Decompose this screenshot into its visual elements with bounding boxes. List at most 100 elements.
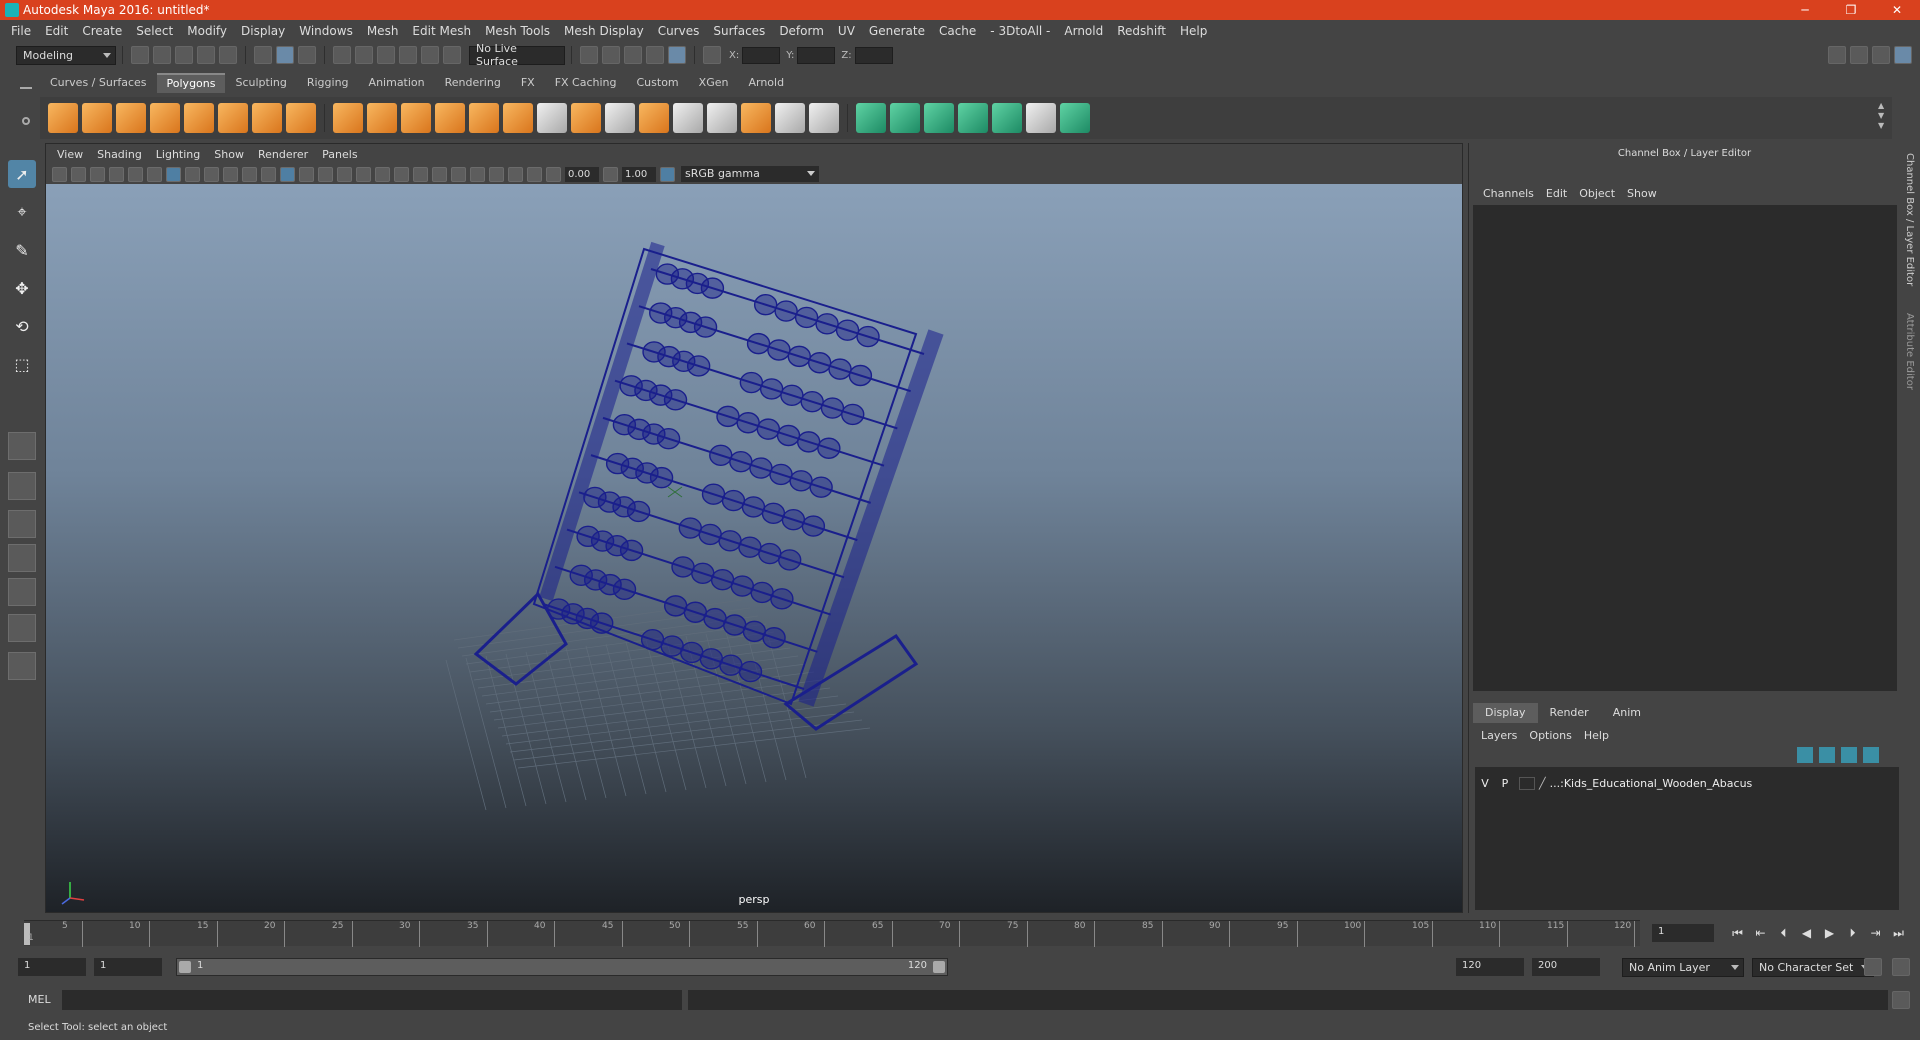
- character-set-dropdown[interactable]: No Character Set: [1752, 958, 1874, 977]
- menu-edit[interactable]: Edit: [38, 24, 75, 38]
- animation-start-field[interactable]: 1: [18, 958, 86, 976]
- isolate-select-icon[interactable]: [470, 166, 485, 182]
- step-forward-frame-icon[interactable]: ⏵: [1841, 922, 1864, 944]
- menu-windows[interactable]: Windows: [292, 24, 360, 38]
- command-input[interactable]: [62, 990, 682, 1010]
- cylindrical-uv-icon[interactable]: [890, 103, 920, 133]
- move-tool-icon[interactable]: ✥: [8, 274, 36, 302]
- shelf-tab-curves-surfaces[interactable]: Curves / Surfaces: [40, 73, 157, 93]
- shelf-menu-icon[interactable]: [20, 87, 32, 89]
- poly-pyramid-icon[interactable]: [252, 103, 282, 133]
- coord-z-field[interactable]: [854, 46, 893, 64]
- menu-curves[interactable]: Curves: [651, 24, 707, 38]
- planar-uv-icon[interactable]: [856, 103, 886, 133]
- 2d-pan-zoom-icon[interactable]: [128, 166, 143, 182]
- grease-pencil-icon[interactable]: [147, 166, 162, 182]
- bevel-icon[interactable]: [469, 103, 499, 133]
- shelf-tab-sculpting[interactable]: Sculpting: [225, 73, 297, 93]
- outliner-persp-layout-icon[interactable]: [8, 614, 36, 642]
- viewport-scene[interactable]: persp: [46, 184, 1462, 912]
- viewport-menu-lighting[interactable]: Lighting: [149, 148, 207, 161]
- layer-menu-help[interactable]: Help: [1578, 729, 1615, 742]
- viewport-menu-renderer[interactable]: Renderer: [251, 148, 315, 161]
- shelf-tab-xgen[interactable]: XGen: [688, 73, 739, 93]
- offset-edge-loop-icon[interactable]: [707, 103, 737, 133]
- ipr-render-icon[interactable]: [624, 46, 642, 64]
- rotate-tool-icon[interactable]: ⟲: [8, 312, 36, 340]
- persp-graph-layout-icon[interactable]: [8, 544, 36, 572]
- gamma-icon[interactable]: [603, 166, 618, 182]
- viewport-menu-view[interactable]: View: [50, 148, 90, 161]
- channel-menu-edit[interactable]: Edit: [1540, 187, 1573, 200]
- animation-preferences-icon[interactable]: [1892, 958, 1910, 976]
- layer-menu-layers[interactable]: Layers: [1475, 729, 1523, 742]
- single-perspective-layout-icon[interactable]: [8, 432, 36, 460]
- select-hierarchy-icon[interactable]: [254, 46, 272, 64]
- channel-menu-object[interactable]: Object: [1573, 187, 1621, 200]
- anim-layer-dropdown[interactable]: No Anim Layer: [1622, 958, 1744, 977]
- command-language-label[interactable]: MEL: [28, 993, 51, 1006]
- close-button[interactable]: ✕: [1874, 0, 1920, 20]
- persp-outliner-layout-icon[interactable]: [8, 510, 36, 538]
- snap-surface-icon[interactable]: [421, 46, 439, 64]
- coord-y-field[interactable]: [797, 46, 836, 64]
- color-management-icon[interactable]: [660, 166, 675, 182]
- shelf-tab-custom[interactable]: Custom: [626, 73, 689, 93]
- script-editor-icon[interactable]: [1892, 991, 1910, 1009]
- transform-mode-icon[interactable]: [703, 46, 721, 64]
- render-settings-icon[interactable]: [646, 46, 664, 64]
- menu-uv[interactable]: UV: [831, 24, 862, 38]
- side-tab-channel-box[interactable]: Channel Box / Layer Editor: [1904, 153, 1915, 286]
- shelf-settings-icon[interactable]: [22, 117, 30, 125]
- current-frame-field[interactable]: 1: [1652, 924, 1714, 942]
- snap-grid-icon[interactable]: [333, 46, 351, 64]
- target-weld-icon[interactable]: [741, 103, 771, 133]
- coord-x-field[interactable]: [742, 46, 781, 64]
- minimize-button[interactable]: ─: [1782, 0, 1828, 20]
- animation-end-field[interactable]: 200: [1532, 958, 1600, 976]
- menu-3dtoall[interactable]: - 3DtoAll -: [983, 24, 1057, 38]
- poly-cone-icon[interactable]: [150, 103, 180, 133]
- live-surface-field[interactable]: No Live Surface: [469, 42, 565, 68]
- layer-color-swatch[interactable]: [1519, 776, 1535, 790]
- menu-generate[interactable]: Generate: [862, 24, 932, 38]
- field-chart-icon[interactable]: [242, 166, 257, 182]
- play-backwards-icon[interactable]: ◀: [1795, 922, 1818, 944]
- auto-key-icon[interactable]: [1864, 958, 1882, 976]
- spherical-uv-icon[interactable]: [924, 103, 954, 133]
- menu-deform[interactable]: Deform: [772, 24, 831, 38]
- shelf-tab-fx-caching[interactable]: FX Caching: [544, 73, 627, 93]
- checker-map-icon[interactable]: [1026, 103, 1056, 133]
- snap-point-icon[interactable]: [377, 46, 395, 64]
- camera-attributes-icon[interactable]: [71, 166, 86, 182]
- textured-icon[interactable]: [337, 166, 352, 182]
- gamma-field[interactable]: 1.00: [622, 166, 656, 182]
- time-ruler[interactable]: 1 5 10 15 20 25 30 35 40 45 50 55 60 65 70 75 80 85 90 95 1…: [24, 920, 1640, 947]
- select-tool-icon[interactable]: ➚: [8, 160, 36, 188]
- xray-icon[interactable]: [489, 166, 504, 182]
- fill-hole-icon[interactable]: [639, 103, 669, 133]
- smooth-icon[interactable]: [435, 103, 465, 133]
- side-tab-attribute-editor[interactable]: Attribute Editor: [1904, 313, 1915, 390]
- uv-editor-icon[interactable]: [992, 103, 1022, 133]
- select-object-icon[interactable]: [276, 46, 294, 64]
- toggle-modeling-toolkit-icon[interactable]: [1850, 46, 1868, 64]
- layer-playback-toggle[interactable]: P: [1495, 777, 1515, 790]
- poly-sphere-icon[interactable]: [48, 103, 78, 133]
- toggle-channel-box-icon[interactable]: [1894, 46, 1912, 64]
- smooth-shade-icon[interactable]: [299, 166, 314, 182]
- go-to-end-icon[interactable]: ⏭: [1887, 922, 1910, 944]
- custom-layout-icon[interactable]: [8, 652, 36, 680]
- poly-cube-icon[interactable]: [82, 103, 112, 133]
- menu-create[interactable]: Create: [75, 24, 129, 38]
- render-view-icon[interactable]: [580, 46, 598, 64]
- safe-action-icon[interactable]: [261, 166, 276, 182]
- play-forwards-icon[interactable]: ▶: [1818, 922, 1841, 944]
- insert-edge-loop-icon[interactable]: [673, 103, 703, 133]
- layer-tab-render[interactable]: Render: [1538, 703, 1601, 723]
- snap-curve-icon[interactable]: [355, 46, 373, 64]
- menu-help[interactable]: Help: [1173, 24, 1214, 38]
- step-forward-key-icon[interactable]: ⇥: [1864, 922, 1887, 944]
- channel-menu-channels[interactable]: Channels: [1477, 187, 1540, 200]
- four-view-layout-icon[interactable]: [8, 472, 36, 500]
